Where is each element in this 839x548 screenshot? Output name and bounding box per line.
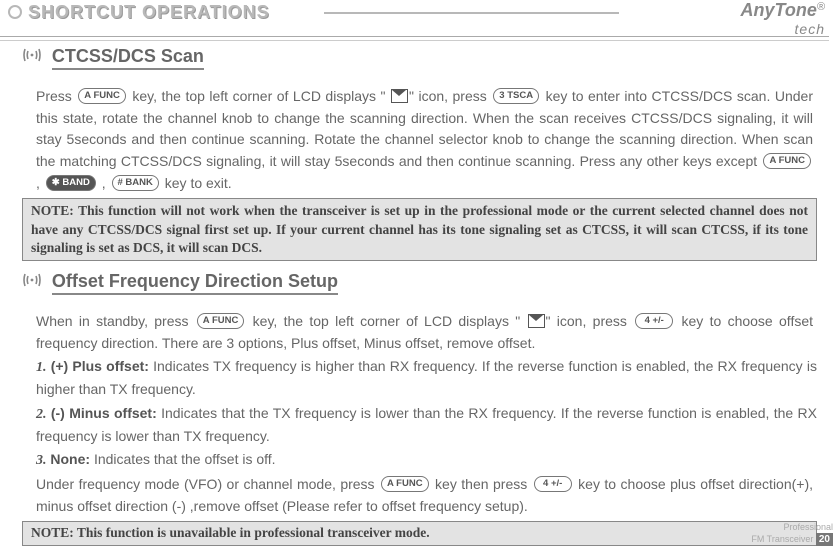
list-item: 2. (-) Minus offset: Indicates that the … — [36, 403, 817, 447]
band-key-icon: ✱ BAND — [46, 175, 96, 191]
signal-icon — [22, 45, 42, 68]
offset-outro: Under frequency mode (VFO) or channel mo… — [22, 474, 817, 517]
func-key-icon: A FUNC — [197, 313, 245, 329]
section-title-offset: Offset Frequency Direction Setup — [52, 271, 338, 295]
envelope-icon — [528, 314, 545, 328]
page-number: 20 — [816, 533, 833, 546]
func-key-icon: A FUNC — [381, 476, 429, 492]
bullet-icon — [8, 5, 22, 19]
fourpm-key-icon: 4 +/- — [534, 476, 572, 492]
signal-icon — [22, 270, 42, 293]
section-title-ctcss: CTCSS/DCS Scan — [52, 46, 204, 70]
brand-logo: AnyTone® tech — [741, 0, 825, 37]
ctcss-paragraph: Press A FUNC key, the top left corner of… — [22, 86, 817, 194]
func-key-icon: A FUNC — [763, 153, 811, 169]
bank-key-icon: # BANK — [112, 175, 159, 191]
list-item: 1. (+) Plus offset: Indicates TX frequen… — [36, 356, 817, 400]
note-box-1: NOTE: This function will not work when t… — [22, 198, 817, 261]
offset-option-list: 1. (+) Plus offset: Indicates TX frequen… — [22, 356, 817, 471]
envelope-icon — [391, 89, 408, 103]
tsca-key-icon: 3 TSCA — [493, 88, 539, 104]
offset-intro: When in standby, press A FUNC key, the t… — [22, 311, 817, 354]
header-title: SHORTCUT OPERATIONS — [8, 2, 270, 23]
func-key-icon: A FUNC — [78, 88, 126, 104]
note-box-2: NOTE: This function is unavailable in pr… — [22, 521, 817, 545]
page-footer: Professional FM Transceiver 20 — [751, 523, 833, 546]
header-underline — [0, 36, 829, 41]
header-divider — [324, 12, 619, 14]
list-item: 3. None: Indicates that the offset is of… — [36, 449, 817, 472]
fourpm-key-icon: 4 +/- — [635, 313, 673, 329]
